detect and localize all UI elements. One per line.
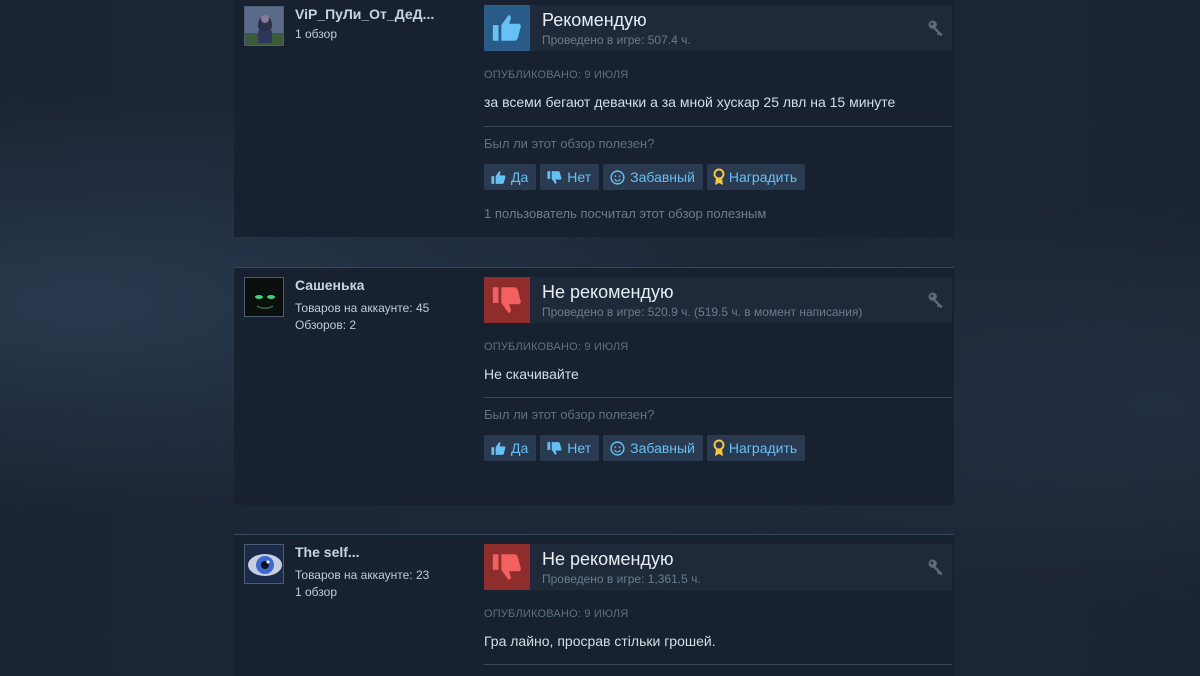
thumbs-down-icon [546, 440, 563, 457]
funny-label: Забавный [630, 440, 695, 456]
funny-button[interactable]: Забавный [603, 164, 703, 190]
vote-title: Рекомендую [542, 10, 647, 31]
vote-header[interactable]: Не рекомендую Проведено в игре: 1,361.5 … [484, 544, 952, 590]
review-card: Сашенька Товаров на аккаунте: 45 Обзоров… [234, 267, 954, 505]
key-icon[interactable] [926, 290, 946, 310]
funny-label: Забавный [630, 169, 695, 185]
review-card: The self... Товаров на аккаунте: 23 1 об… [234, 534, 954, 676]
thumbs-down-icon [484, 277, 530, 323]
author-review-count[interactable]: 1 обзор [295, 27, 337, 41]
award-button[interactable]: Наградить [707, 164, 805, 190]
yes-button[interactable]: Да [484, 164, 536, 190]
author-products-count[interactable]: Товаров на аккаунте: 23 [295, 568, 429, 582]
found-helpful-count: 1 пользователь посчитал этот обзор полез… [484, 206, 766, 221]
divider [484, 664, 952, 665]
no-button[interactable]: Нет [540, 435, 599, 461]
review-text: Не скачивайте [484, 366, 579, 382]
playtime: Проведено в игре: 1,361.5 ч. [542, 572, 701, 586]
divider [484, 397, 952, 398]
vote-title: Не рекомендую [542, 282, 673, 303]
yes-label: Да [511, 440, 528, 456]
funny-button[interactable]: Забавный [603, 435, 703, 461]
posted-date: ОПУБЛИКОВАНО: 9 ИЮЛЯ [484, 341, 628, 353]
no-label: Нет [567, 440, 591, 456]
award-label: Наградить [729, 440, 797, 456]
yes-button[interactable]: Да [484, 435, 536, 461]
key-icon[interactable] [926, 557, 946, 577]
thumbs-up-icon [490, 440, 507, 457]
thumbs-down-icon [484, 544, 530, 590]
thumbs-up-icon [484, 5, 530, 51]
review-text: за всеми бегают девачки а за мной хускар… [484, 94, 895, 110]
thumbs-up-icon [490, 169, 507, 186]
review-text: Гра лайно, просрав стільки грошей. [484, 633, 716, 649]
author-products-count[interactable]: Товаров на аккаунте: 45 [295, 301, 429, 315]
award-ribbon-icon [713, 439, 725, 457]
avatar[interactable] [244, 277, 284, 317]
award-button[interactable]: Наградить [707, 435, 805, 461]
author-name[interactable]: Сашенька [295, 277, 465, 293]
yes-label: Да [511, 169, 528, 185]
author-name[interactable]: ViP_ПуЛи_От_ДеД... [295, 6, 465, 22]
award-label: Наградить [729, 169, 797, 185]
smiley-icon [609, 169, 626, 186]
avatar[interactable] [244, 544, 284, 584]
no-button[interactable]: Нет [540, 164, 599, 190]
thumbs-down-icon [546, 169, 563, 186]
helpful-question: Был ли этот обзор полезен? [484, 407, 654, 422]
review-card: ViP_ПуЛи_От_ДеД... 1 обзор Рекомендую Пр… [234, 0, 954, 237]
divider [484, 126, 952, 127]
vote-header[interactable]: Рекомендую Проведено в игре: 507.4 ч. [484, 5, 952, 51]
no-label: Нет [567, 169, 591, 185]
author-review-count[interactable]: Обзоров: 2 [295, 318, 356, 332]
author-name[interactable]: The self... [295, 544, 465, 560]
award-ribbon-icon [713, 168, 725, 186]
posted-date: ОПУБЛИКОВАНО: 9 ИЮЛЯ [484, 608, 628, 620]
posted-date: ОПУБЛИКОВАНО: 9 ИЮЛЯ [484, 69, 628, 81]
playtime: Проведено в игре: 507.4 ч. [542, 33, 691, 47]
playtime: Проведено в игре: 520.9 ч. (519.5 ч. в м… [542, 305, 862, 319]
rating-buttons: Да Нет Забавный Наградить [484, 435, 805, 461]
author-review-count[interactable]: 1 обзор [295, 585, 337, 599]
helpful-question: Был ли этот обзор полезен? [484, 136, 654, 151]
avatar[interactable] [244, 6, 284, 46]
vote-header[interactable]: Не рекомендую Проведено в игре: 520.9 ч.… [484, 277, 952, 323]
smiley-icon [609, 440, 626, 457]
key-icon[interactable] [926, 18, 946, 38]
vote-title: Не рекомендую [542, 549, 673, 570]
rating-buttons: Да Нет Забавный Наградить [484, 164, 805, 190]
